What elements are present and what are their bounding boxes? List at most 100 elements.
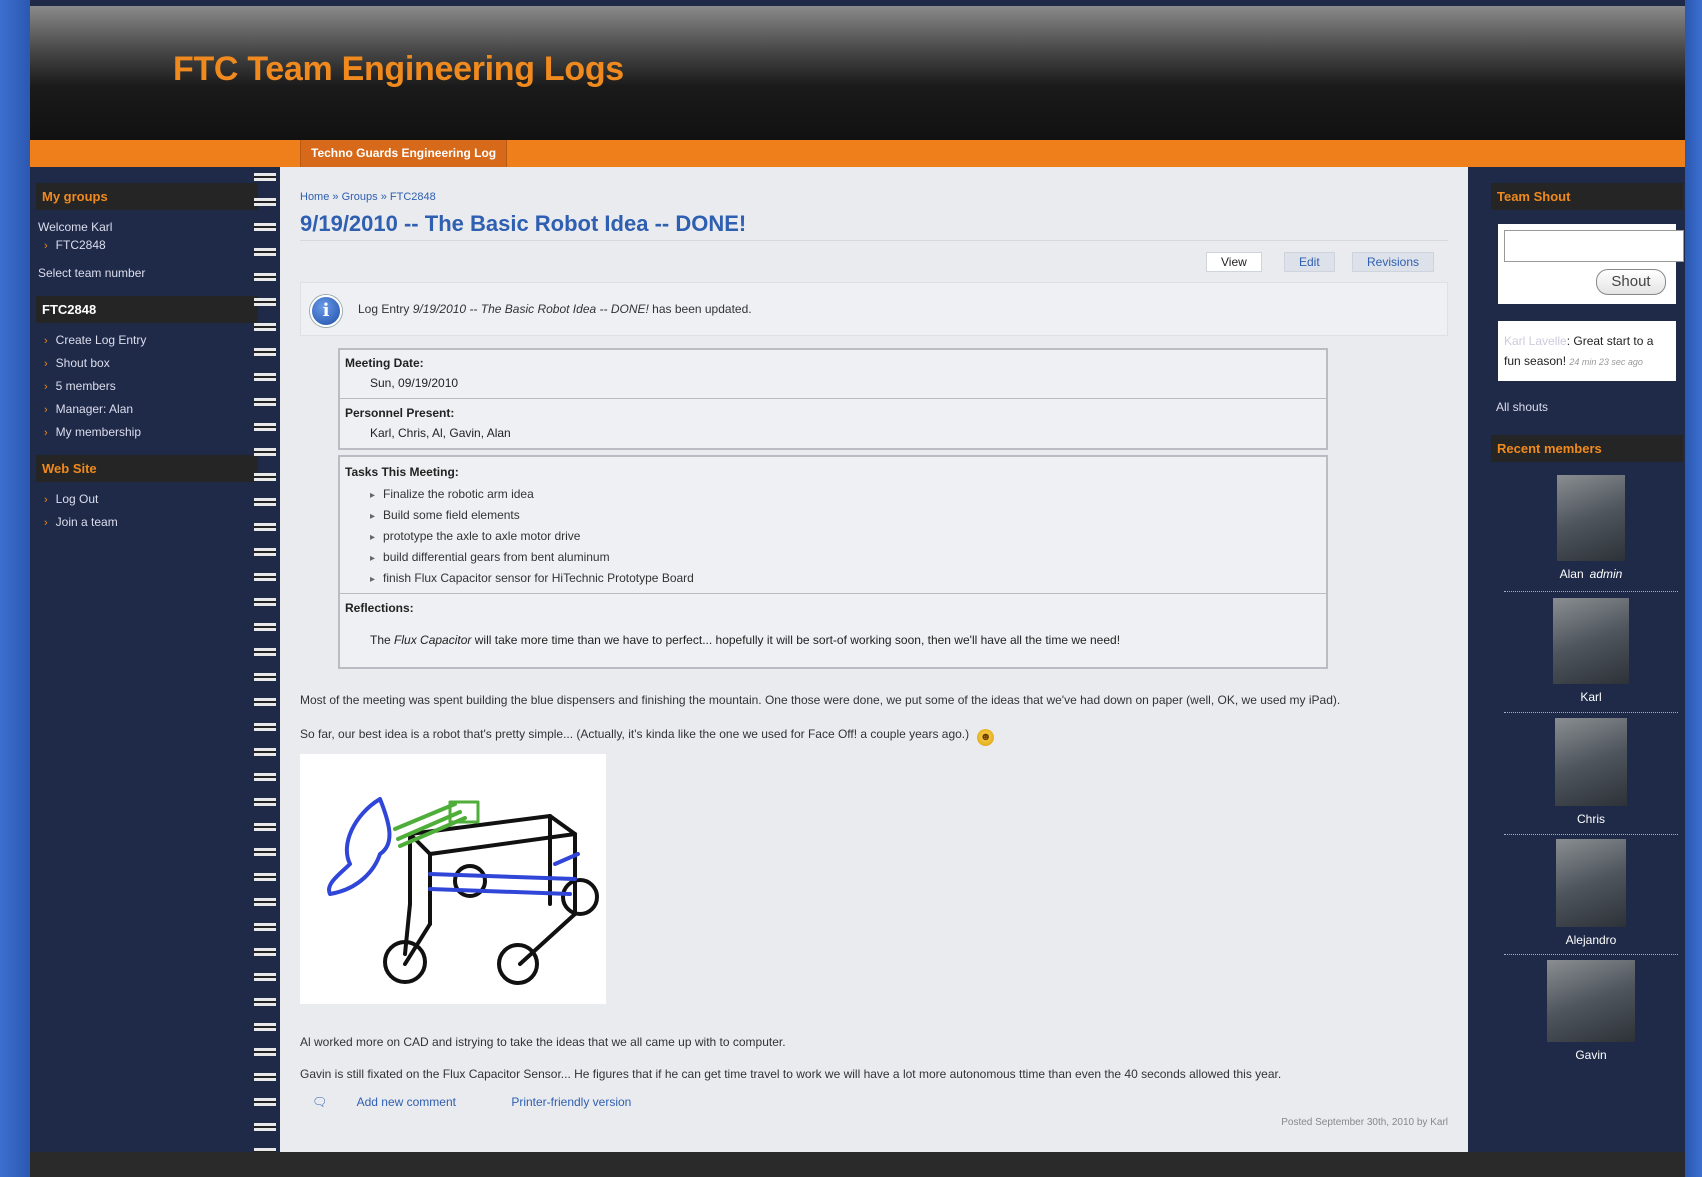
smiley-icon: ☻: [977, 729, 995, 746]
page-title: 9/19/2010 -- The Basic Robot Idea -- DON…: [300, 211, 747, 236]
task-item: build differential gears from bent alumi…: [370, 550, 694, 564]
member-divider: [1504, 834, 1678, 835]
my-groups-list: FTC2848: [30, 238, 248, 252]
status-entry-title: 9/19/2010 -- The Basic Robot Idea -- DON…: [412, 302, 649, 316]
member-name: Alan: [1559, 567, 1584, 581]
member-divider: [1504, 712, 1678, 713]
shout-input[interactable]: [1504, 230, 1684, 262]
my-groups-title: My groups: [36, 183, 258, 210]
member-divider: [1504, 591, 1678, 592]
field-divider: [340, 593, 1326, 594]
member-name: Karl: [1580, 690, 1602, 704]
team-shout-title: Team Shout: [1491, 183, 1683, 210]
add-comment-link[interactable]: 🗨 Add new comment: [312, 1095, 482, 1109]
avatar: [1553, 598, 1629, 684]
task-item: finish Flux Capacitor sensor for HiTechn…: [370, 571, 694, 585]
website-list: Log Out Join a team: [30, 492, 248, 529]
shout-entry: Karl Lavelle: Great start to a fun seaso…: [1498, 321, 1676, 381]
member-alejandro[interactable]: Alejandro: [1504, 839, 1678, 947]
task-item: Finalize the robotic arm idea: [370, 487, 694, 501]
robot-sketch-image[interactable]: [300, 754, 606, 1004]
title-divider: [300, 240, 1448, 241]
reflections-pre: The: [370, 633, 391, 647]
status-message: i Log Entry 9/19/2010 -- The Basic Robot…: [300, 282, 1448, 336]
shout-button[interactable]: Shout: [1596, 269, 1666, 295]
member-chris[interactable]: Chris: [1504, 718, 1678, 826]
avatar: [1557, 475, 1625, 561]
body-paragraph: Gavin is still fixated on the Flux Capac…: [300, 1067, 1282, 1081]
meeting-info-box: Meeting Date: Sun, 09/19/2010 Personnel …: [338, 348, 1328, 450]
posted-info: Posted September 30th, 2010 by Karl: [1281, 1117, 1448, 1128]
personnel-value: Karl, Chris, Al, Gavin, Alan: [370, 426, 511, 440]
select-team-link[interactable]: Select team number: [38, 266, 248, 280]
log-out-link[interactable]: Log Out: [44, 492, 248, 506]
left-frame: [0, 0, 30, 1177]
left-sidebar: My groups Welcome Karl FTC2848 Select te…: [30, 167, 258, 1152]
tab-techno-guards[interactable]: Techno Guards Engineering Log: [300, 140, 508, 167]
robot-sketch-icon: [327, 797, 599, 985]
main-content: Home » Groups » FTC2848 9/19/2010 -- The…: [280, 167, 1468, 1152]
body-paragraph: So far, our best idea is a robot that's …: [300, 727, 995, 746]
body-paragraph: Al worked more on CAD and istrying to ta…: [300, 1035, 786, 1049]
join-team-link[interactable]: Join a team: [44, 515, 248, 529]
add-comment-label: Add new comment: [356, 1095, 456, 1109]
avatar: [1556, 839, 1626, 927]
group-link-ftc2848[interactable]: FTC2848: [44, 238, 248, 252]
shout-user[interactable]: Karl Lavelle: [1504, 334, 1567, 348]
notebook-spiral: [250, 167, 280, 1152]
member-role: admin: [1589, 567, 1623, 581]
body-paragraph: Most of the meeting was spent building t…: [300, 693, 1341, 707]
tasks-box: Tasks This Meeting: Finalize the robotic…: [338, 455, 1328, 669]
reflections-emphasis: Flux Capacitor: [394, 633, 472, 647]
right-frame: [1685, 0, 1702, 1177]
reflections-text: The Flux Capacitor will take more time t…: [370, 633, 1120, 647]
member-gavin[interactable]: Gavin: [1504, 960, 1678, 1062]
meeting-date-label: Meeting Date:: [345, 356, 424, 370]
tasks-label: Tasks This Meeting:: [345, 465, 459, 479]
primary-nav-bar: [30, 140, 1685, 167]
member-divider: [1504, 954, 1678, 955]
member-name: Alejandro: [1565, 933, 1617, 947]
manager-link[interactable]: Manager: Alan: [44, 402, 248, 416]
status-text: Log Entry 9/19/2010 -- The Basic Robot I…: [358, 302, 752, 316]
group-menu-list: Create Log Entry Shout box 5 members Man…: [30, 333, 248, 439]
task-item: prototype the axle to axle motor drive: [370, 529, 694, 543]
my-membership-link[interactable]: My membership: [44, 425, 248, 439]
reflections-post: will take more time than we have to perf…: [474, 633, 1121, 647]
tab-view[interactable]: View: [1206, 252, 1262, 272]
member-alan[interactable]: Alan admin: [1504, 475, 1678, 581]
welcome-text: Welcome Karl: [38, 220, 113, 234]
status-suffix: has been updated.: [652, 302, 752, 316]
status-prefix: Log Entry: [358, 302, 410, 316]
all-shouts-link[interactable]: All shouts: [1496, 400, 1548, 414]
printer-friendly-link[interactable]: Printer-friendly version: [511, 1095, 631, 1109]
recent-members-title: Recent members: [1491, 435, 1683, 462]
create-log-entry-link[interactable]: Create Log Entry: [44, 333, 248, 347]
tab-revisions[interactable]: Revisions: [1352, 252, 1435, 272]
body-paragraph-text: So far, our best idea is a robot that's …: [300, 727, 970, 741]
right-sidebar: Team Shout Shout Karl Lavelle: Great sta…: [1476, 167, 1685, 1152]
site-header: FTC Team Engineering Logs: [30, 6, 1685, 140]
shout-time: 24 min 23 sec ago: [1569, 357, 1643, 367]
tasks-list: Finalize the robotic arm idea Build some…: [370, 487, 694, 592]
member-name: Gavin: [1575, 1048, 1607, 1062]
group-menu-title: FTC2848: [36, 296, 258, 323]
site-title[interactable]: FTC Team Engineering Logs: [173, 50, 624, 89]
shout-form: Shout: [1498, 224, 1684, 304]
comment-icon: 🗨: [312, 1095, 331, 1109]
member-name-row: Alan admin: [1504, 567, 1678, 581]
task-item: Build some field elements: [370, 508, 694, 522]
reflections-label: Reflections:: [345, 601, 414, 615]
avatar: [1555, 718, 1627, 806]
members-link[interactable]: 5 members: [44, 379, 248, 393]
shout-box-link[interactable]: Shout box: [44, 356, 248, 370]
tab-edit[interactable]: Edit: [1284, 252, 1335, 272]
field-divider: [340, 398, 1326, 399]
website-title: Web Site: [36, 455, 258, 482]
page-footer: [30, 1152, 1685, 1177]
breadcrumb[interactable]: Home » Groups » FTC2848: [300, 191, 436, 203]
node-links: 🗨 Add new comment Printer-friendly versi…: [312, 1095, 657, 1109]
member-name: Chris: [1576, 812, 1605, 826]
member-karl[interactable]: Karl: [1504, 598, 1678, 704]
meeting-date-value: Sun, 09/19/2010: [370, 376, 459, 390]
